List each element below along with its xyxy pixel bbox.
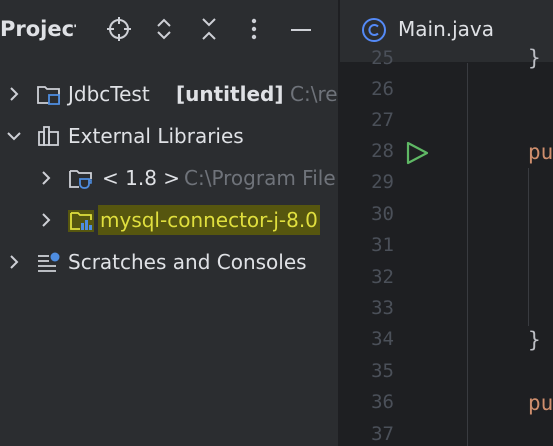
code-line-36[interactable]: pu	[528, 388, 553, 419]
code-line-34[interactable]: }	[528, 325, 541, 356]
project-tool-window: Project JdbcTest [untitled] C:\re Extern…	[0, 0, 340, 446]
line-number: 30	[371, 203, 394, 225]
jdk-path: C:\Program File	[184, 166, 336, 190]
code-line-28[interactable]: pu	[528, 137, 553, 168]
editor: Main.java 25 26 27 28 29 30 31 32 33 34 …	[340, 0, 553, 446]
tree-item-jdk[interactable]: < 1.8 > C:\Program File	[0, 158, 340, 198]
tree-item-mysql-connector[interactable]: mysql-connector-j-8.0	[0, 200, 340, 240]
tree-item-label: Scratches and Consoles	[68, 250, 307, 274]
line-number: 33	[371, 297, 394, 319]
line-number: 27	[371, 109, 394, 131]
tree-item-label: External Libraries	[68, 124, 244, 148]
chevron-down-icon[interactable]	[4, 126, 24, 146]
tab-label: Main.java	[398, 17, 495, 41]
more-options-icon[interactable]	[240, 14, 268, 44]
chevron-right-icon[interactable]	[4, 84, 24, 104]
line-number: 28	[371, 140, 394, 162]
line-number: 26	[371, 78, 394, 100]
line-number: 35	[371, 360, 394, 382]
tree-item-label: JdbcTest	[68, 82, 150, 106]
line-number: 37	[371, 423, 394, 445]
locate-icon[interactable]	[105, 14, 133, 44]
indent-guide	[528, 168, 529, 326]
tree-item-external-libraries[interactable]: External Libraries	[0, 116, 340, 156]
project-title[interactable]: Project	[0, 14, 76, 44]
java-class-icon	[362, 18, 386, 42]
jdk-icon	[69, 170, 92, 189]
module-folder-icon	[37, 86, 60, 105]
code-fold-divider	[467, 63, 468, 446]
line-number: 36	[371, 391, 394, 413]
tree-item-scratches[interactable]: Scratches and Consoles	[0, 242, 340, 282]
line-number: 29	[371, 171, 394, 193]
tree-item-label: < 1.8 >	[102, 166, 181, 190]
project-header: Project	[0, 0, 340, 62]
chevron-right-icon[interactable]	[4, 252, 24, 272]
line-number-gutter: 25 26 27 28 29 30 31 32 33 34 35 36 37	[340, 47, 460, 446]
chevron-right-icon[interactable]	[36, 210, 56, 230]
tree-item-jdbctest[interactable]: JdbcTest [untitled] C:\re	[0, 74, 340, 114]
run-gutter-icon[interactable]	[404, 140, 430, 166]
chevron-right-icon[interactable]	[36, 168, 56, 188]
module-badge: [untitled]	[176, 82, 284, 106]
expand-all-icon[interactable]	[150, 14, 178, 44]
module-path: C:\re	[290, 82, 338, 106]
scratches-icon	[38, 252, 60, 272]
code-line-25[interactable]: }	[528, 43, 541, 74]
line-number: 25	[371, 47, 394, 69]
line-number: 32	[371, 266, 394, 288]
collapse-all-icon[interactable]	[195, 14, 223, 44]
hide-icon[interactable]	[287, 14, 315, 44]
libraries-icon	[38, 126, 59, 146]
library-jar-icon	[68, 210, 94, 232]
line-number: 34	[371, 328, 394, 350]
line-number: 31	[371, 234, 394, 256]
tree-item-label: mysql-connector-j-8.0	[98, 205, 320, 235]
